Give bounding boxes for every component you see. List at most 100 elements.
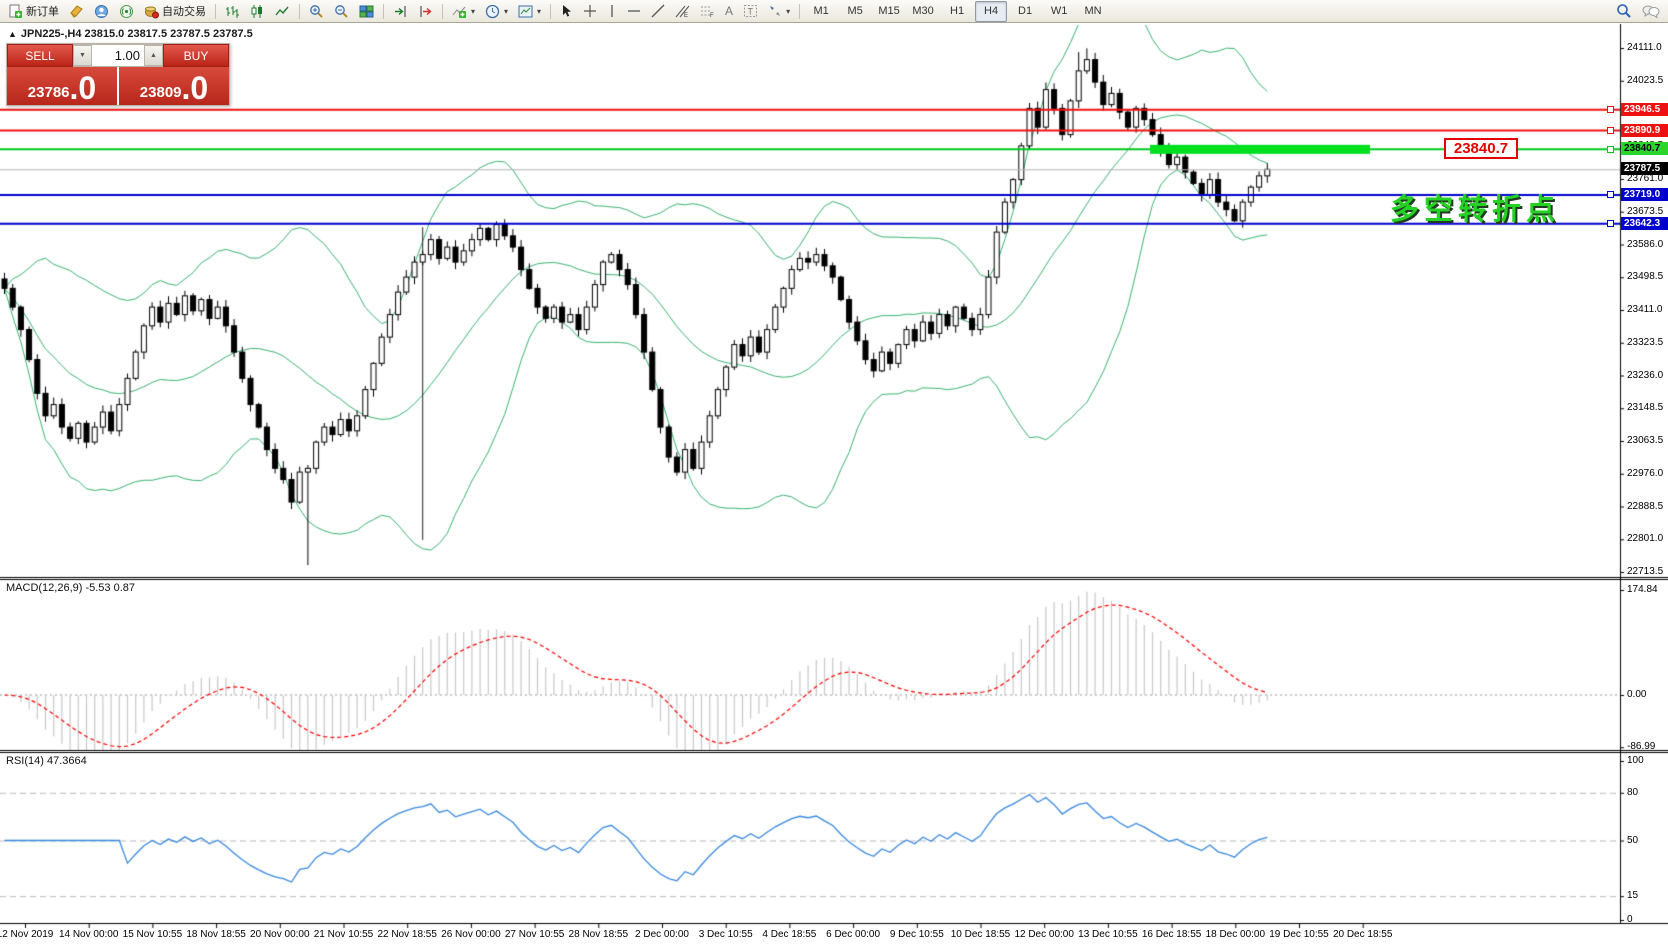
price-callout-box[interactable]: 23840.7	[1444, 138, 1518, 159]
price-axis-tick: 22976.0	[1627, 468, 1663, 479]
one-click-trading-panel: SELL ▼ 1.00 ▲ BUY 23786.0 23809.0	[6, 43, 230, 106]
time-axis-label: 16 Dec 18:55	[1142, 929, 1202, 940]
sell-button[interactable]: SELL	[7, 44, 73, 67]
chart-annotation-text[interactable]: 多空转折点	[1390, 186, 1560, 228]
time-axis-label: 14 Nov 00:00	[59, 929, 119, 940]
chat-button[interactable]	[1638, 1, 1664, 22]
rsi-axis-tick: 0	[1627, 914, 1633, 925]
tile-windows-button[interactable]	[355, 1, 378, 22]
signals-icon	[119, 4, 134, 19]
sell-price-pips: .0	[70, 73, 97, 103]
line-endpoint-marker[interactable]	[1607, 191, 1614, 198]
vertical-line-button[interactable]	[603, 1, 621, 22]
chart-candles-button[interactable]	[246, 1, 269, 22]
candlestick-chart-icon	[250, 4, 265, 19]
crosshair-icon	[583, 4, 597, 18]
community-button[interactable]	[90, 1, 113, 22]
trendline-button[interactable]	[647, 1, 669, 22]
autotrading-icon	[144, 4, 159, 19]
line-endpoint-marker[interactable]	[1607, 220, 1614, 227]
auto-scroll-button[interactable]	[389, 1, 412, 22]
periods-button[interactable]: ▾	[481, 1, 512, 22]
price-axis-tick: 22888.5	[1627, 501, 1663, 512]
vertical-line-icon	[607, 4, 617, 18]
horizontal-line-button[interactable]	[623, 1, 645, 22]
sell-price-main: 23786	[28, 83, 70, 103]
timeframe-H1[interactable]: H1	[941, 1, 973, 22]
line-endpoint-marker[interactable]	[1607, 106, 1614, 113]
timeframe-D1[interactable]: D1	[1009, 1, 1041, 22]
timeframe-M30[interactable]: M30	[907, 1, 939, 22]
search-button[interactable]	[1612, 1, 1636, 22]
timeframe-W1[interactable]: W1	[1043, 1, 1075, 22]
time-axis-label: 26 Nov 00:00	[441, 929, 501, 940]
price-chart-canvas[interactable]	[0, 0, 1668, 945]
indicators-icon	[452, 4, 467, 19]
macd-axis-tick: 0.00	[1627, 689, 1646, 700]
chart-line-button[interactable]	[271, 1, 294, 22]
time-axis-label: 4 Dec 18:55	[762, 929, 816, 940]
zoom-in-button[interactable]	[305, 1, 328, 22]
price-axis-tick: 23236.0	[1627, 370, 1663, 381]
community-icon	[94, 4, 109, 19]
cursor-button[interactable]	[556, 1, 577, 22]
line-endpoint-marker[interactable]	[1607, 127, 1614, 134]
indicators-button[interactable]: ▾	[448, 1, 479, 22]
horizontal-line-icon	[627, 6, 641, 16]
buy-price-main: 23809	[140, 83, 182, 103]
crosshair-button[interactable]	[579, 1, 601, 22]
fibonacci-button[interactable]: F	[696, 1, 719, 22]
time-axis-label: 22 Nov 18:55	[377, 929, 437, 940]
time-axis-label: 6 Dec 00:00	[826, 929, 880, 940]
chart-bars-button[interactable]	[221, 1, 244, 22]
timeframe-M1[interactable]: M1	[805, 1, 837, 22]
metaeditor-icon	[69, 4, 84, 19]
buy-price-pips: .0	[182, 73, 209, 103]
signals-button[interactable]	[115, 1, 138, 22]
timeframe-H4[interactable]: H4	[975, 1, 1007, 22]
price-axis-tick: 24023.5	[1627, 75, 1663, 86]
line-endpoint-marker[interactable]	[1607, 146, 1614, 153]
text-label-button[interactable]: T	[739, 1, 762, 22]
volume-increase-button[interactable]: ▲	[144, 45, 163, 66]
svg-text:E: E	[684, 13, 688, 18]
timeframe-M5[interactable]: M5	[839, 1, 871, 22]
buy-button[interactable]: BUY	[163, 44, 229, 67]
time-axis-label: 2 Dec 00:00	[635, 929, 689, 940]
volume-value[interactable]: 1.00	[92, 45, 144, 66]
timeframe-MN[interactable]: MN	[1077, 1, 1109, 22]
autotrading-label: 自动交易	[162, 3, 206, 19]
rsi-axis-tick: 80	[1627, 787, 1638, 798]
new-order-icon	[8, 4, 23, 19]
dropdown-arrow-icon: ▾	[471, 7, 475, 16]
rsi-axis-tick: 50	[1627, 835, 1638, 846]
timeframe-M15[interactable]: M15	[873, 1, 905, 22]
zoom-out-button[interactable]	[330, 1, 353, 22]
volume-decrease-button[interactable]: ▼	[73, 45, 92, 66]
timeframe-group: M1M5M15M30H1H4D1W1MN	[804, 1, 1110, 22]
channel-button[interactable]: E	[671, 1, 694, 22]
autotrading-button[interactable]: 自动交易	[140, 1, 210, 22]
zoom-in-icon	[309, 4, 324, 19]
price-axis-tick: 23323.5	[1627, 337, 1663, 348]
main-toolbar: 新订单 自动交易	[0, 0, 1668, 23]
rsi-axis-tick: 100	[1627, 755, 1644, 766]
symbol-info-bar[interactable]: ▲JPN225-,H4 23815.0 23817.5 23787.5 2378…	[8, 28, 253, 40]
metaeditor-button[interactable]	[65, 1, 88, 22]
price-axis-tick: 23586.0	[1627, 239, 1663, 250]
new-order-button[interactable]: 新订单	[4, 1, 63, 22]
price-level-badge: 23840.7	[1621, 142, 1668, 155]
price-axis-tick: 24111.0	[1627, 42, 1662, 53]
rsi-axis-tick: 15	[1627, 890, 1638, 901]
chat-icon	[1642, 4, 1660, 19]
text-button[interactable]: A	[721, 1, 737, 22]
dropdown-arrow-icon: ▾	[504, 7, 508, 16]
templates-button[interactable]: ▾	[514, 1, 545, 22]
buy-price-display[interactable]: 23809.0	[119, 67, 229, 105]
time-axis-label: 9 Dec 10:55	[890, 929, 944, 940]
sell-price-display[interactable]: 23786.0	[7, 67, 117, 105]
svg-text:T: T	[748, 7, 754, 17]
toolbar-separator	[299, 4, 300, 19]
arrows-button[interactable]: ▾	[764, 1, 794, 22]
chart-shift-button[interactable]	[414, 1, 437, 22]
